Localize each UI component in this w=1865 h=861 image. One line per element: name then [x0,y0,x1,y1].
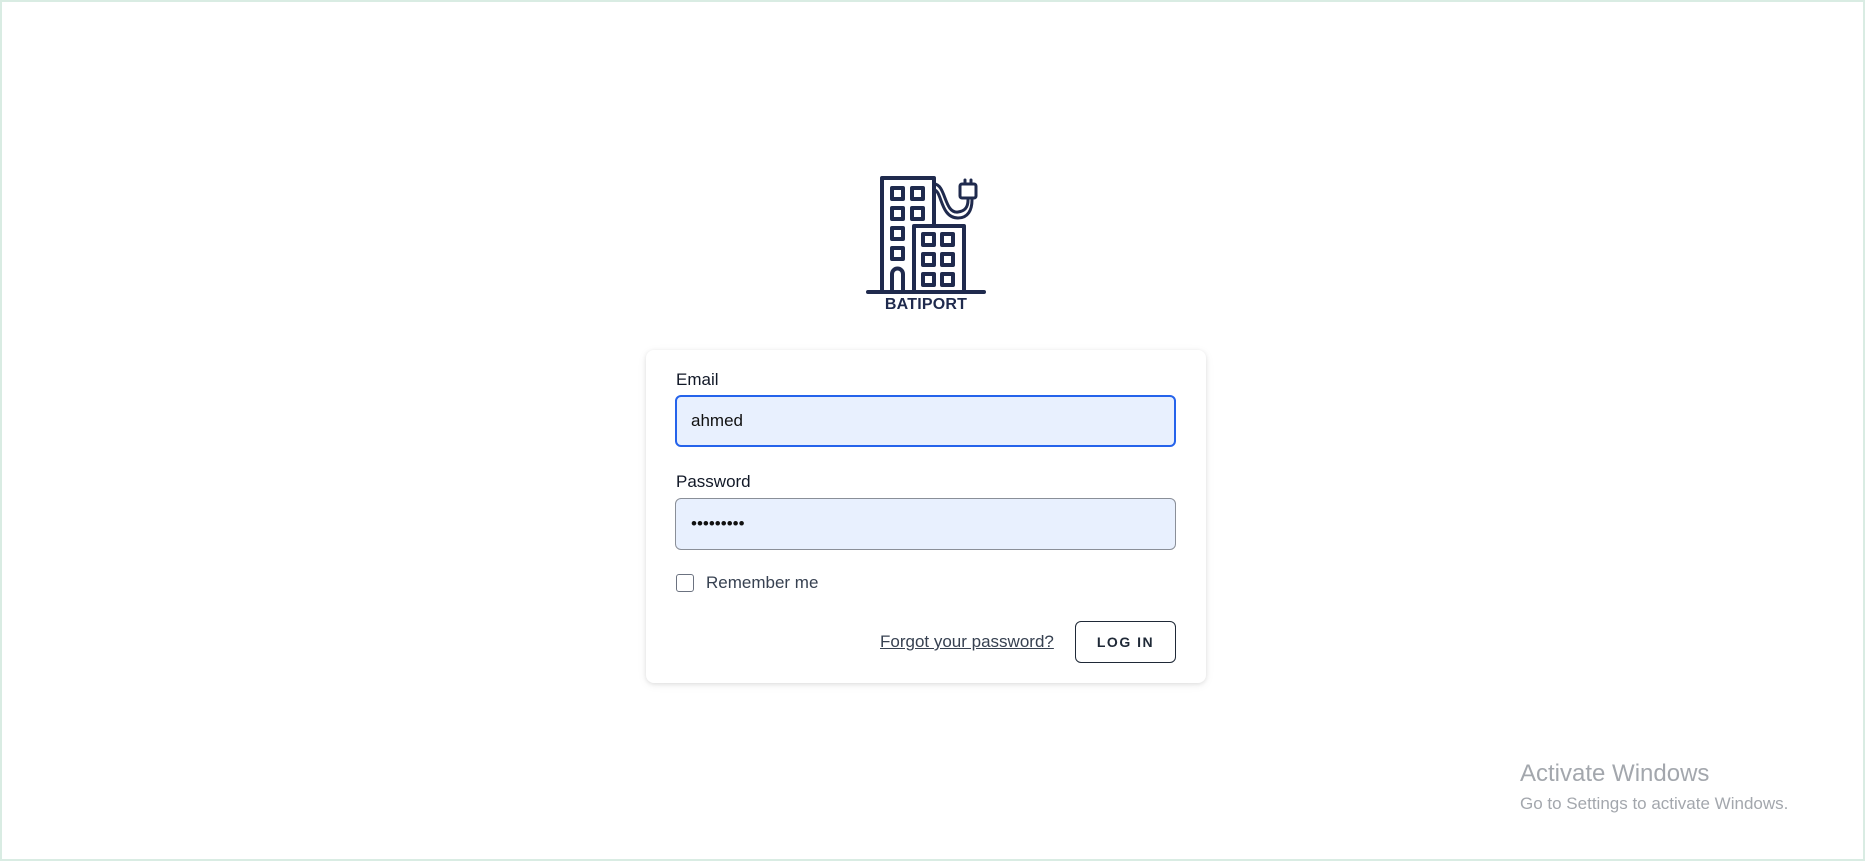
watermark-title: Activate Windows [1520,760,1710,787]
remember-me[interactable]: Remember me [676,573,818,593]
remember-me-checkbox[interactable] [676,574,694,592]
activate-windows-watermark: Activate Windows Go to Settings to activ… [1520,760,1788,814]
watermark-subtitle: Go to Settings to activate Windows. [1520,794,1789,813]
remember-me-label: Remember me [706,573,819,592]
login-button[interactable]: LOG IN [1075,621,1176,663]
email-label: Email [676,370,719,389]
password-value: ••••••••• [691,514,745,533]
batiport-logo: BATIPORT [862,170,990,318]
login-card: Email Password ••••••••• Remember me For… [646,350,1206,683]
building-with-plug-icon [866,176,986,294]
email-field[interactable] [675,395,1176,447]
password-label: Password [676,472,751,491]
brand-name: BATIPORT [884,296,968,313]
password-field[interactable]: ••••••••• [675,498,1176,550]
forgot-password-link[interactable]: Forgot your password? [880,632,1054,652]
